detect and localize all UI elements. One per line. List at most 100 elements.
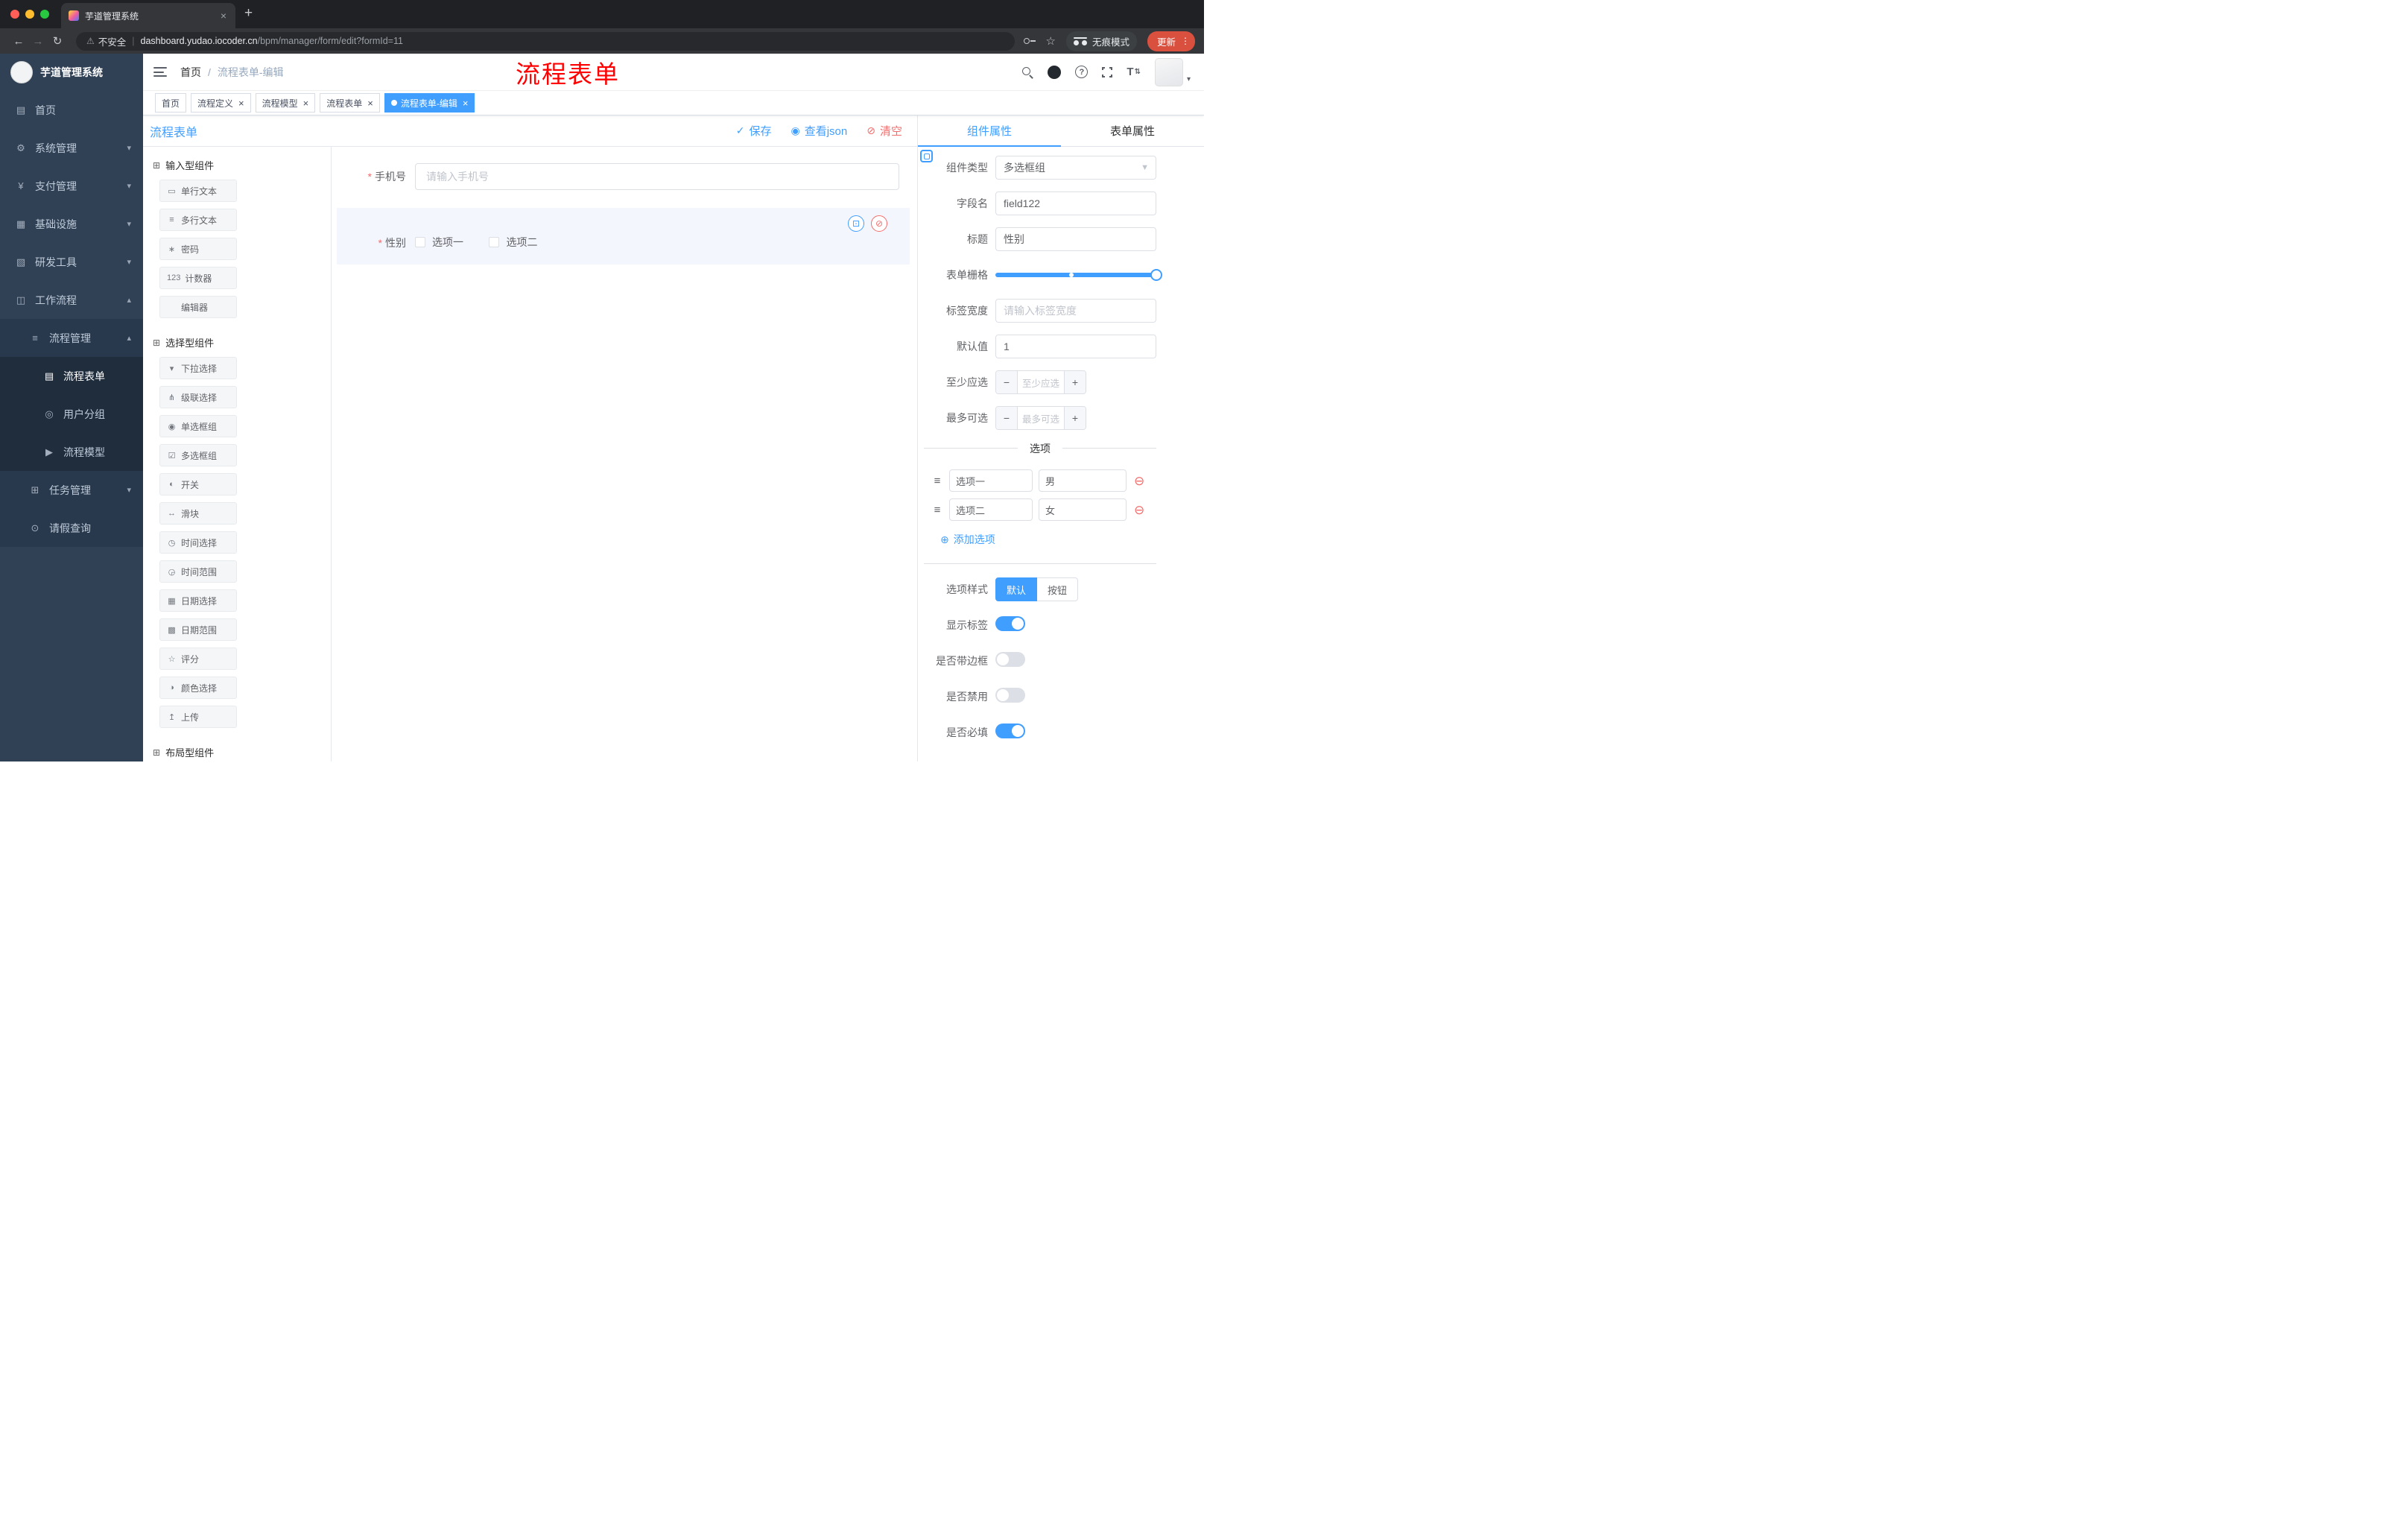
component-item[interactable]: ◷ 时间选择 [159, 531, 237, 554]
view-tag[interactable]: 流程表单-编辑 × [384, 93, 475, 113]
decrease-icon[interactable]: − [996, 407, 1018, 429]
tab-close-icon[interactable]: × [219, 10, 228, 22]
label-width-input[interactable] [995, 299, 1156, 323]
increase-icon[interactable]: + [1064, 407, 1086, 429]
close-icon[interactable]: × [238, 98, 244, 109]
zoom-window-button[interactable] [40, 10, 49, 19]
sidebar-item[interactable]: ▦ 基础设施 ▾ [0, 205, 143, 243]
checkbox-option[interactable]: 选项一 [415, 235, 463, 250]
address-bar[interactable]: ⚠ 不安全 | dashboard.yudao.iocoder.cn /bpm/… [76, 31, 1015, 51]
option-label-input[interactable] [949, 469, 1033, 492]
checkbox-option[interactable]: 选项二 [489, 235, 537, 250]
component-item[interactable]: ∗ 密码 [159, 238, 237, 260]
option-style-button[interactable]: 默认 [995, 577, 1038, 601]
sidebar-item[interactable]: ¥ 支付管理 ▾ [0, 167, 143, 205]
remove-option-icon[interactable]: ⊖ [1134, 504, 1144, 516]
sidebar-item[interactable]: ▧ 研发工具 ▾ [0, 243, 143, 281]
max-select-placeholder[interactable]: 最多可选 [1018, 407, 1064, 429]
component-item[interactable]: ≡ 多行文本 [159, 209, 237, 231]
minimize-window-button[interactable] [25, 10, 34, 19]
avatar[interactable] [1154, 57, 1183, 86]
tab-component-props[interactable]: 组件属性 [918, 115, 1061, 147]
search-icon[interactable] [1021, 66, 1033, 78]
toggle-switch[interactable] [995, 687, 1025, 703]
back-icon[interactable]: ← [9, 35, 28, 48]
component-type-select[interactable]: 多选框组 ▼ [995, 156, 1156, 180]
phone-input[interactable] [415, 163, 899, 190]
component-item[interactable]: ◐ 开关 [159, 473, 237, 495]
option-value-input[interactable] [1039, 498, 1127, 521]
component-item[interactable]: ▩ 日期范围 [159, 618, 237, 641]
gender-field-selected[interactable]: ⊡ ⊘ 性别 [337, 208, 910, 265]
close-icon[interactable]: × [463, 98, 469, 109]
help-icon[interactable]: ? [1075, 66, 1089, 78]
copy-field-icon[interactable]: ⊡ [848, 215, 864, 232]
option-label-input[interactable] [949, 498, 1033, 521]
close-icon[interactable]: × [367, 98, 373, 109]
toggle-switch[interactable] [995, 615, 1025, 631]
drag-handle-icon[interactable]: ≡ [931, 504, 943, 516]
component-item[interactable]: 123 计数器 [159, 267, 237, 289]
toggle-switch[interactable] [995, 651, 1025, 667]
increase-icon[interactable]: + [1064, 371, 1086, 393]
close-icon[interactable]: × [303, 98, 309, 109]
option-value-input[interactable] [1039, 469, 1127, 492]
form-grid-slider[interactable] [995, 263, 1162, 287]
component-item[interactable]: ◶ 时间范围 [159, 560, 237, 583]
component-item[interactable]: ☑ 多选框组 [159, 444, 237, 466]
sidebar-item[interactable]: ⊙ 请假查询 [0, 509, 143, 547]
reload-icon[interactable]: ↻ [48, 34, 67, 48]
view-tag[interactable]: 流程模型 × [255, 93, 316, 113]
drag-handle-icon[interactable]: ≡ [931, 475, 943, 487]
user-menu[interactable]: ▾ [1154, 57, 1191, 86]
view-json-button[interactable]: ◉ 查看json [791, 123, 848, 139]
new-tab-button[interactable]: + [244, 6, 253, 20]
remove-option-icon[interactable]: ⊖ [1134, 475, 1144, 487]
fullscreen-icon[interactable] [1101, 66, 1114, 78]
close-window-button[interactable] [10, 10, 19, 19]
sidebar-item[interactable]: ▶ 流程模型 [0, 433, 143, 471]
sidebar-item[interactable]: ◫ 工作流程 ▴ [0, 281, 143, 319]
breadcrumb-home[interactable]: 首页 [180, 65, 201, 80]
title-input[interactable] [995, 227, 1156, 251]
sidebar-item[interactable]: ▤ 流程表单 [0, 357, 143, 395]
phone-field[interactable]: 手机号 [339, 163, 899, 190]
clear-button[interactable]: ⊘ 清空 [866, 123, 902, 139]
save-button[interactable]: ✓ 保存 [736, 123, 772, 139]
component-item[interactable]: ◉ 单选框组 [159, 415, 237, 437]
sidebar-item[interactable]: ≡ 流程管理 ▴ [0, 319, 143, 357]
field-name-input[interactable] [995, 191, 1156, 215]
view-tag[interactable]: 首页 × [155, 93, 187, 113]
password-key-icon[interactable] [1023, 37, 1036, 45]
component-item[interactable]: ◑ 颜色选择 [159, 677, 237, 699]
component-item[interactable]: ▾ 下拉选择 [159, 357, 237, 379]
hamburger-icon[interactable] [153, 67, 167, 77]
link-icon[interactable] [920, 150, 933, 162]
component-item[interactable]: ▭ 单行文本 [159, 180, 237, 202]
bookmark-star-icon[interactable]: ☆ [1046, 34, 1056, 48]
sidebar-item[interactable]: ◎ 用户分组 [0, 395, 143, 433]
component-item[interactable]: ↥ 上传 [159, 706, 237, 728]
component-item[interactable]: ↔ 滑块 [159, 502, 237, 525]
font-size-icon[interactable]: T ⇅ [1127, 66, 1141, 78]
github-icon[interactable] [1048, 65, 1062, 79]
view-tag[interactable]: 流程表单 × [320, 93, 380, 113]
decrease-icon[interactable]: − [996, 371, 1018, 393]
browser-tab[interactable]: 芋道管理系统 × [61, 3, 235, 28]
slider-track[interactable] [995, 269, 1162, 281]
view-tag[interactable]: 流程定义 × [191, 93, 251, 113]
delete-field-icon[interactable]: ⊘ [871, 215, 887, 232]
update-button[interactable]: 更新 ⋮ [1147, 31, 1195, 51]
slider-handle[interactable] [1150, 269, 1162, 281]
component-item[interactable]: ⋔ 级联选择 [159, 386, 237, 408]
sidebar-item[interactable]: ⚙ 系统管理 ▾ [0, 129, 143, 167]
option-style-button[interactable]: 按钮 [1037, 577, 1079, 601]
min-select-placeholder[interactable]: 至少应选 [1018, 371, 1064, 393]
component-item[interactable]: ☆ 评分 [159, 647, 237, 670]
add-option-button[interactable]: ⊕ 添加选项 [940, 532, 995, 547]
component-item[interactable]: ▦ 日期选择 [159, 589, 237, 612]
toggle-switch[interactable] [995, 723, 1025, 738]
forward-icon[interactable]: → [28, 35, 48, 48]
default-value-input[interactable] [995, 335, 1156, 358]
browser-menu-icon[interactable]: ⋮ [1181, 36, 1190, 46]
